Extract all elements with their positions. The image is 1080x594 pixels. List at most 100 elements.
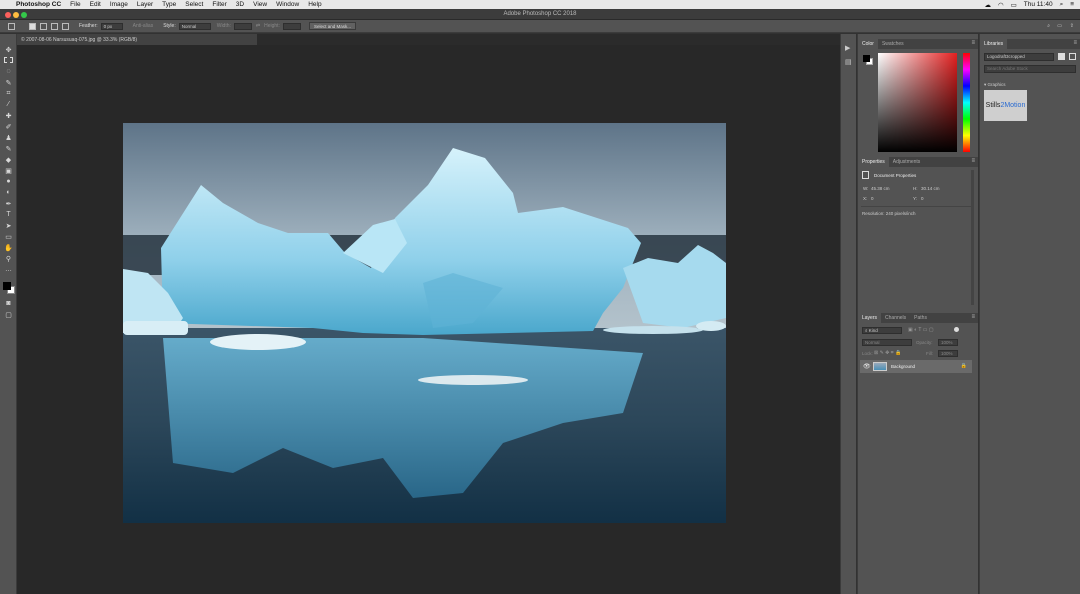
- move-tool-icon[interactable]: ✥: [4, 46, 13, 54]
- tab-adjustments[interactable]: Adjustments: [889, 157, 925, 167]
- width-value[interactable]: 45.38 cm: [871, 186, 890, 191]
- panel-menu-icon[interactable]: ≡: [971, 40, 975, 46]
- y-value[interactable]: 0: [921, 196, 924, 201]
- filter-toggle[interactable]: [954, 327, 959, 332]
- dodge-tool-icon[interactable]: ◐: [4, 189, 13, 196]
- subtract-selection-icon[interactable]: [51, 22, 58, 30]
- marquee-preset-icon[interactable]: [8, 22, 15, 30]
- clock[interactable]: Thu 11:40: [1024, 1, 1053, 8]
- more-tools-icon[interactable]: …: [4, 266, 13, 273]
- select-and-mask-button[interactable]: Select and Mask...: [308, 22, 356, 30]
- tab-color[interactable]: Color: [858, 39, 878, 49]
- color-picker-field[interactable]: [878, 53, 957, 152]
- quick-select-tool-icon[interactable]: ✎: [4, 79, 13, 87]
- tab-paths[interactable]: Paths: [910, 313, 931, 323]
- lock-icons[interactable]: ⊠ ✎ ✥ ⌗ 🔒: [874, 350, 901, 356]
- document-tab[interactable]: © 2007-08-06 Narsusuaq-075.jpg @ 33.3% (…: [17, 34, 257, 45]
- new-selection-icon[interactable]: [29, 22, 36, 30]
- list-view-icon[interactable]: [1069, 53, 1076, 60]
- healing-brush-tool-icon[interactable]: ✚: [4, 112, 13, 120]
- pen-tool-icon[interactable]: ✒: [4, 200, 13, 208]
- layer-row-background[interactable]: 👁 Background 🔒: [860, 360, 972, 373]
- height-value[interactable]: 30.14 cm: [921, 186, 940, 191]
- properties-scrollbar[interactable]: [971, 170, 974, 305]
- stock-search-input[interactable]: Search Adobe Stock: [984, 65, 1076, 73]
- eye-icon[interactable]: 👁: [863, 363, 871, 370]
- antialias-checkbox[interactable]: Anti-alias: [133, 23, 154, 29]
- search-icon[interactable]: ⌕: [1060, 1, 1064, 9]
- menu-image[interactable]: Image: [110, 1, 128, 8]
- tab-channels[interactable]: Channels: [881, 313, 910, 323]
- zoom-tool-icon[interactable]: ⚲: [4, 255, 13, 263]
- creative-cloud-icon[interactable]: ☁: [984, 1, 991, 9]
- search-icon[interactable]: ⌕: [1047, 23, 1050, 29]
- brush-tool-icon[interactable]: ✐: [4, 123, 13, 131]
- window-titlebar: Adobe Photoshop CC 2018: [0, 9, 1080, 20]
- feather-input[interactable]: 0 px: [100, 22, 123, 30]
- graphics-label: Graphics: [987, 82, 1006, 87]
- wifi-icon[interactable]: ◠: [998, 1, 1004, 9]
- history-brush-tool-icon[interactable]: ✎: [4, 145, 13, 153]
- fill-input[interactable]: 100%: [938, 350, 958, 357]
- tab-libraries[interactable]: Libraries: [980, 39, 1008, 49]
- path-selection-tool-icon[interactable]: ➤: [4, 222, 13, 230]
- swap-icon[interactable]: ⇄: [256, 23, 260, 29]
- feather-label: Feather:: [79, 23, 98, 29]
- hand-tool-icon[interactable]: ✋: [4, 244, 13, 252]
- app-menu[interactable]: Photoshop CC: [16, 1, 61, 8]
- tab-layers[interactable]: Layers: [858, 313, 882, 323]
- layer-filter-icons[interactable]: ▣ ◐ T ▭ ▢: [908, 327, 958, 334]
- library-graphic-thumbnail[interactable]: Stills 2Motion: [984, 90, 1027, 121]
- lasso-tool-icon[interactable]: ◌: [4, 68, 13, 75]
- hue-slider[interactable]: [963, 53, 970, 152]
- rectangle-tool-icon[interactable]: ▭: [4, 233, 13, 241]
- panel-menu-icon[interactable]: ≡: [1073, 40, 1077, 46]
- menu-help[interactable]: Help: [308, 1, 321, 8]
- menu-select[interactable]: Select: [185, 1, 203, 8]
- width-input[interactable]: [233, 22, 252, 30]
- workspace-icon[interactable]: ▭: [1057, 23, 1062, 29]
- document-image[interactable]: [123, 123, 726, 523]
- properties-panel-icon[interactable]: ▤: [845, 58, 852, 66]
- history-panel-icon[interactable]: ▶: [845, 44, 850, 52]
- grid-view-icon[interactable]: [1058, 53, 1065, 60]
- tab-swatches[interactable]: Swatches: [878, 39, 908, 49]
- layer-name[interactable]: Background: [891, 364, 915, 369]
- tab-properties[interactable]: Properties: [858, 157, 889, 167]
- panel-menu-icon[interactable]: ≡: [971, 314, 975, 320]
- intersect-selection-icon[interactable]: [62, 22, 69, 30]
- menu-window[interactable]: Window: [276, 1, 299, 8]
- blur-tool-icon[interactable]: ●: [4, 178, 13, 185]
- panel-menu-icon[interactable]: ≡: [971, 158, 975, 164]
- screen-mode-icon[interactable]: ▢: [4, 311, 13, 319]
- quick-mask-icon[interactable]: ◙: [4, 300, 13, 307]
- battery-icon[interactable]: ▭: [1011, 1, 1017, 9]
- menu-layer[interactable]: Layer: [137, 1, 153, 8]
- add-selection-icon[interactable]: [40, 22, 47, 30]
- menu-type[interactable]: Type: [162, 1, 176, 8]
- panel-icon-strip: ▶ ▤: [840, 34, 856, 594]
- height-input[interactable]: [282, 22, 301, 30]
- height-label: Height:: [264, 23, 280, 29]
- graphics-section-header[interactable]: ▾ Graphics: [984, 82, 1006, 88]
- crop-tool-icon[interactable]: ⌗: [4, 90, 13, 97]
- menu-file[interactable]: File: [70, 1, 80, 8]
- eyedropper-tool-icon[interactable]: ⁄: [4, 101, 13, 108]
- clone-stamp-tool-icon[interactable]: ♟: [4, 134, 13, 142]
- menu-edit[interactable]: Edit: [90, 1, 101, 8]
- opacity-input[interactable]: 100%: [938, 339, 958, 346]
- style-select[interactable]: Normal: [178, 22, 211, 30]
- menu-3d[interactable]: 3D: [236, 1, 244, 8]
- menu-filter[interactable]: Filter: [212, 1, 226, 8]
- library-select[interactable]: Logodraft3cropped: [984, 53, 1054, 61]
- share-icon[interactable]: ⇪: [1070, 23, 1074, 29]
- blend-mode-select[interactable]: Normal: [862, 339, 912, 346]
- menu-view[interactable]: View: [253, 1, 267, 8]
- layer-kind-filter[interactable]: ⌕ Kind: [862, 327, 902, 334]
- menu-list-icon[interactable]: ≡: [1070, 1, 1074, 8]
- eraser-tool-icon[interactable]: ◆: [4, 156, 13, 164]
- gradient-tool-icon[interactable]: ▣: [4, 167, 13, 175]
- x-value[interactable]: 0: [871, 196, 874, 201]
- type-tool-icon[interactable]: T: [4, 211, 13, 218]
- marquee-tool-icon[interactable]: [4, 57, 13, 63]
